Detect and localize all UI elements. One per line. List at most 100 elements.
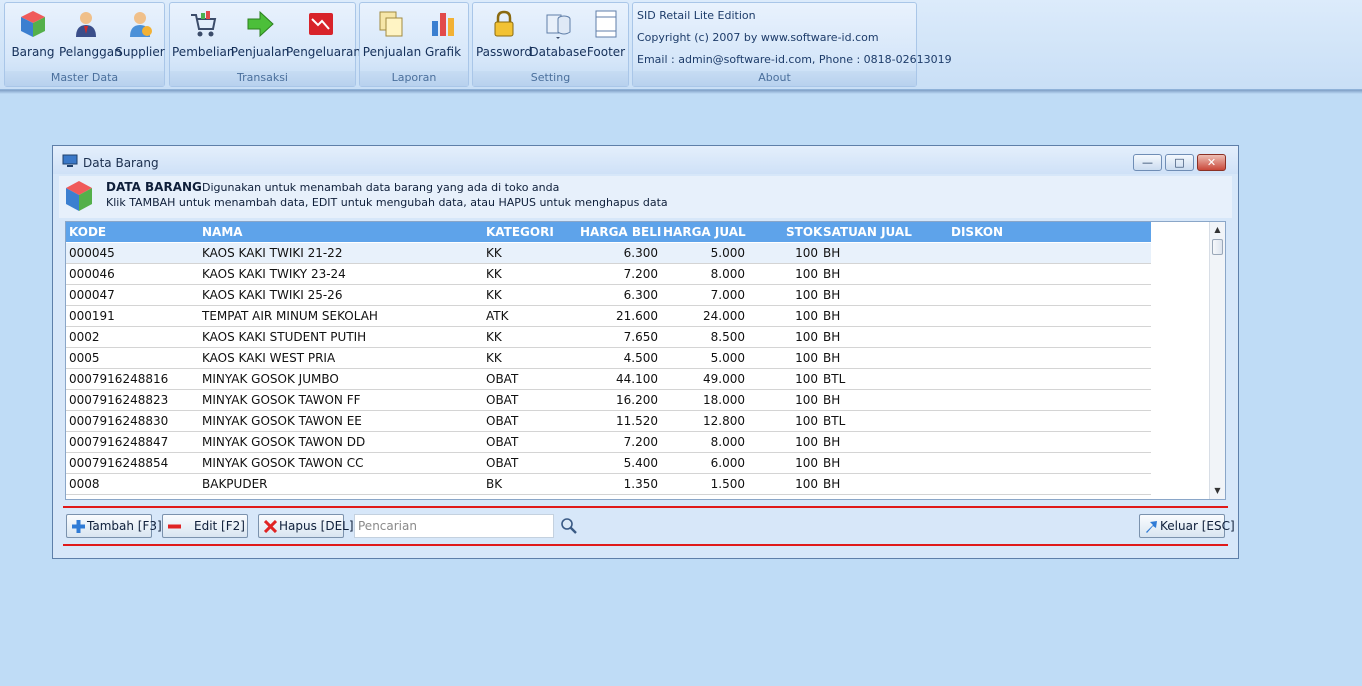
supplier-button[interactable]: Supplier (115, 7, 165, 69)
minus-icon (168, 524, 181, 529)
cell-kode: 000191 (69, 309, 115, 323)
cell-stok: 100 (795, 477, 818, 491)
cell-stok: 100 (795, 288, 818, 302)
table-row[interactable]: 000191 TEMPAT AIR MINUM SEKOLAH ATK 21.600 2… (66, 306, 1151, 327)
laporan-penjualan-button[interactable]: Penjualan (363, 7, 421, 69)
scroll-down-icon[interactable]: ▼ (1210, 483, 1225, 499)
cell-stok: 100 (795, 330, 818, 344)
penjualan-button[interactable]: Penjualan (231, 7, 289, 69)
search-input[interactable] (354, 514, 554, 538)
column-header-harga-beli[interactable]: HARGA BELI (580, 225, 661, 239)
table-row[interactable]: 000046 KAOS KAKI TWIKY 23-24 KK 7.200 8.000 1… (66, 264, 1151, 285)
cell-harga-jual: 7.000 (710, 288, 745, 302)
window-title: Data Barang (83, 156, 159, 170)
tambah-label: Tambah [F3] (87, 519, 162, 533)
password-button[interactable]: Password (476, 7, 532, 69)
user-icon (76, 12, 96, 37)
search-icon[interactable] (560, 517, 578, 535)
cell-kode: 0007916248854 (69, 456, 169, 470)
barang-button[interactable]: Barang (11, 7, 55, 69)
cell-nama: MINYAK GOSOK JUMBO (202, 372, 339, 386)
about-copyright: Copyright (c) 2007 by www.software-id.co… (637, 31, 879, 44)
cell-satuan-jual: BH (823, 477, 841, 491)
vertical-scrollbar[interactable]: ▲ ▼ (1209, 222, 1225, 499)
minimize-button[interactable]: — (1133, 154, 1162, 171)
window-titlebar[interactable]: Data Barang — □ ✕ (53, 146, 1238, 174)
arrow-right-icon (247, 10, 274, 38)
cell-stok: 100 (795, 414, 818, 428)
pengeluaran-button[interactable]: Pengeluaran (286, 7, 361, 69)
column-header-kategori[interactable]: KATEGORI (486, 225, 554, 239)
ribbon-group-about: SID Retail Lite Edition Copyright (c) 20… (632, 2, 952, 87)
cell-harga-jual: 1.500 (710, 477, 745, 491)
column-header-harga-jual[interactable]: HARGA JUAL (663, 225, 746, 239)
ribbon-group-setting: Password Database Footer Setting (472, 2, 629, 87)
table-row[interactable]: 0007916248816 MINYAK GOSOK JUMBO OBAT 44.10… (66, 369, 1151, 390)
scroll-up-icon[interactable]: ▲ (1210, 222, 1225, 238)
pembelian-button[interactable]: Pembelian (172, 7, 235, 69)
header-title: DATA BARANG (106, 180, 202, 194)
cell-harga-beli: 1.350 (623, 477, 658, 491)
scroll-thumb[interactable] (1212, 239, 1223, 255)
supplier-icon (130, 12, 152, 37)
cell-harga-beli: 21.600 (616, 309, 658, 323)
cell-satuan-jual: BH (823, 246, 841, 260)
pengeluaran-label: Pengeluaran (286, 45, 361, 59)
cell-harga-jual: 18.000 (703, 393, 745, 407)
database-button[interactable]: Database (529, 7, 587, 69)
column-header-stok[interactable]: STOK (786, 225, 822, 239)
cell-kategori: OBAT (486, 435, 519, 449)
cell-nama: BAKPUDER (202, 477, 268, 491)
database-label: Database (529, 45, 587, 59)
bar-chart-icon (432, 13, 454, 36)
hapus-button[interactable]: Hapus [DEL] (258, 514, 354, 538)
cell-kategori: OBAT (486, 393, 519, 407)
cell-satuan-jual: BH (823, 393, 841, 407)
column-header-kode[interactable]: KODE (69, 225, 106, 239)
data-barang-window: Data Barang — □ ✕ DATA BARANG Digunakan … (52, 145, 1239, 559)
edit-button[interactable]: Edit [F2] (162, 514, 248, 538)
ribbon-group-master-data: Barang Pelanggan Supplier Master Data (4, 2, 165, 87)
delete-x-icon (264, 520, 277, 533)
table-row[interactable]: 0007916248823 MINYAK GOSOK TAWON FF OBAT 16… (66, 390, 1151, 411)
cell-stok: 100 (795, 372, 818, 386)
header-panel: DATA BARANG Digunakan untuk menambah dat… (59, 176, 1232, 218)
column-header-satuan-jual[interactable]: SATUAN JUAL (823, 225, 912, 239)
cell-harga-beli: 11.520 (616, 414, 658, 428)
cell-kategori: OBAT (486, 414, 519, 428)
cell-nama: KAOS KAKI WEST PRIA (202, 351, 336, 365)
penjualan-label: Penjualan (230, 45, 290, 59)
table-row[interactable]: 0008 BAKPUDER BK 1.350 1.500 100 BH (66, 474, 1151, 495)
table-row[interactable]: 0007916248830 MINYAK GOSOK TAWON EE OBAT 11… (66, 411, 1151, 432)
keluar-button[interactable]: Keluar [ESC] (1139, 514, 1235, 538)
cell-kode: 0002 (69, 330, 100, 344)
tambah-button[interactable]: Tambah [F3] (66, 514, 162, 538)
data-grid[interactable]: KODE NAMA KATEGORI HARGA BELI HARGA JUAL STOK… (65, 221, 1226, 500)
table-row[interactable]: 0007916248847 MINYAK GOSOK TAWON DD OBAT 7.… (66, 432, 1151, 453)
header-description: Digunakan untuk menambah data barang yan… (202, 181, 560, 194)
close-button[interactable]: ✕ (1197, 154, 1226, 171)
edit-label: Edit [F2] (194, 519, 245, 533)
maximize-button[interactable]: □ (1165, 154, 1194, 171)
minimize-icon: — (1142, 156, 1153, 169)
cell-harga-beli: 6.300 (623, 288, 658, 302)
lock-icon (494, 10, 514, 37)
cell-kategori: ATK (486, 309, 509, 323)
cell-harga-beli: 44.100 (616, 372, 658, 386)
table-row[interactable]: 000045 KAOS KAKI TWIKI 21-22 KK 6.300 5.000 1… (66, 243, 1151, 264)
table-row[interactable]: 0007916248854 MINYAK GOSOK TAWON CC OBAT 5.… (66, 453, 1151, 474)
cell-stok: 100 (795, 351, 818, 365)
pembelian-label: Pembelian (172, 45, 235, 59)
pelanggan-button[interactable]: Pelanggan (59, 7, 122, 69)
table-row[interactable]: 0005 KAOS KAKI WEST PRIA KK 4.500 5.000 100 BH (66, 348, 1151, 369)
cell-harga-jual: 12.800 (703, 414, 745, 428)
table-row[interactable]: 000047 KAOS KAKI TWIKI 25-26 KK 6.300 7.000 1… (66, 285, 1151, 306)
grafik-button[interactable]: Grafik (424, 7, 462, 69)
footer-button[interactable]: Footer (587, 7, 625, 69)
cell-nama: KAOS KAKI TWIKY 23-24 (202, 267, 346, 281)
cell-satuan-jual: BH (823, 330, 841, 344)
column-header-diskon[interactable]: DISKON (951, 225, 1003, 239)
column-header-nama[interactable]: NAMA (202, 225, 243, 239)
cell-harga-beli: 4.500 (623, 351, 658, 365)
table-row[interactable]: 0002 KAOS KAKI STUDENT PUTIH KK 7.650 8.500 1… (66, 327, 1151, 348)
